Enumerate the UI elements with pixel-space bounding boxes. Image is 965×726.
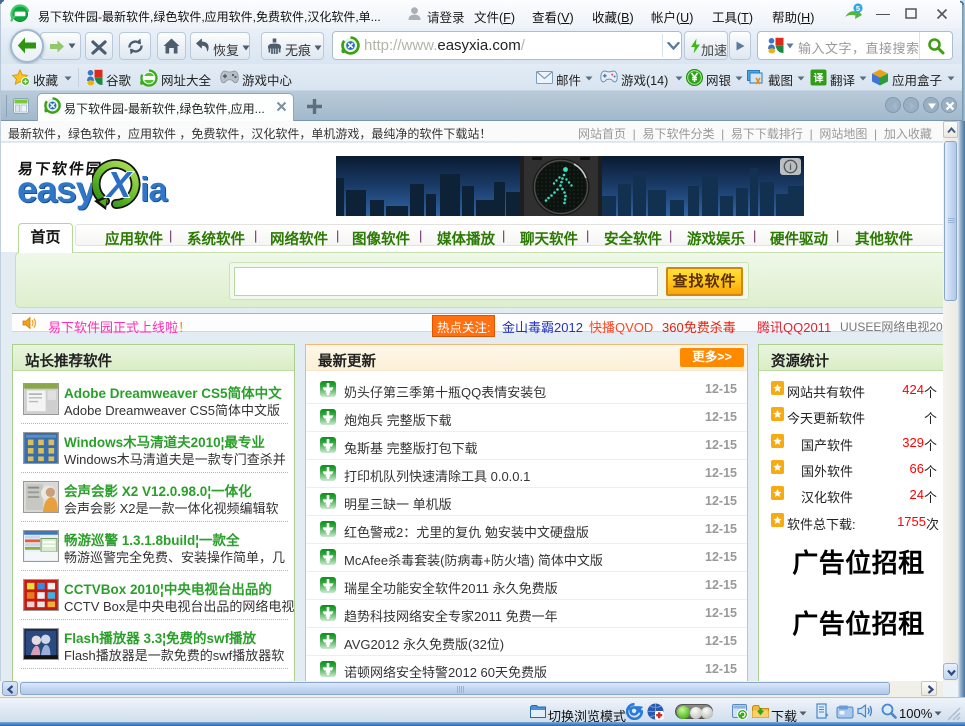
svg-text:X: X [105,164,133,205]
svg-text:5: 5 [856,4,860,13]
svg-text:i: i [789,162,792,172]
svg-text:译: 译 [814,72,825,85]
